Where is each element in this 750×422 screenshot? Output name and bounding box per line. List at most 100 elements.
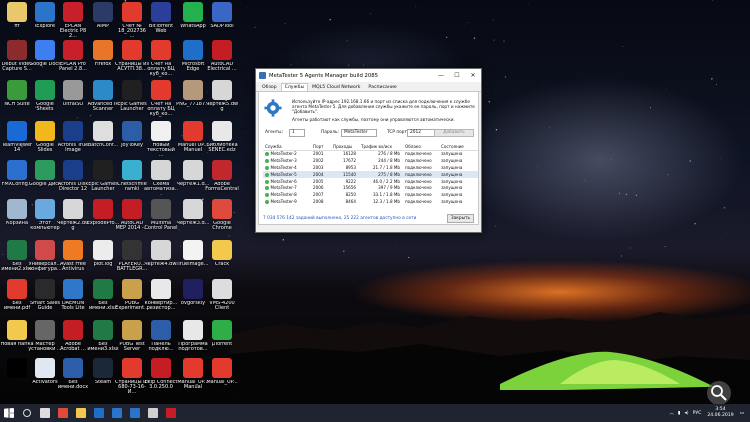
acrobat-icon [166, 408, 176, 418]
agents-select[interactable]: 1 [289, 129, 305, 137]
taskbar-acrobat-button[interactable] [162, 404, 180, 422]
close-button[interactable]: Закрыть [447, 214, 474, 223]
desktop-icon-label: Google Chrome [212, 220, 232, 231]
table-row[interactable]: MetaTester-7 2006 15656 397 / 9 Mb подключен… [263, 184, 478, 191]
tray-up-arrow-icon[interactable]: ︿ [669, 410, 674, 416]
col-passes[interactable]: Проходы [331, 143, 359, 151]
service-icon [265, 158, 269, 163]
desktop-icon[interactable]: Google Chrome [205, 199, 239, 244]
taskbar-task-view-button[interactable] [36, 404, 54, 422]
service-icon [265, 193, 269, 198]
table-cell: запущена [441, 178, 463, 184]
app-icon [212, 2, 232, 22]
service-icon [265, 179, 269, 184]
clock[interactable]: 3:54 24.06.2019 [707, 407, 733, 418]
desktop-icon[interactable]: Без имени.docx [56, 358, 90, 403]
minimize-button[interactable]: — [433, 69, 449, 82]
table-cell: 2002 [313, 157, 324, 163]
app-icon [7, 240, 27, 260]
table-cell: 276 / 8 Mb [378, 151, 400, 157]
app-icon [183, 199, 203, 219]
service-icon [265, 165, 269, 170]
desktop-icon[interactable]: VMS-4200 Client [205, 279, 239, 324]
taskbar-chrome-button[interactable] [54, 404, 72, 422]
desktop-icon[interactable]: AutoCAD Electrical ... [205, 40, 239, 85]
maximize-button[interactable]: ☐ [449, 69, 465, 82]
table-row[interactable]: MetaTester-5 2004 11540 275 / 8 Mb подключен… [263, 170, 478, 178]
desktop-icon[interactable]: Счет на оплату БЦ куб_ко... [144, 80, 178, 125]
taskbar-mail-button[interactable] [126, 404, 144, 422]
desktop-icon-label: BitTorrent Web [148, 23, 174, 34]
desktop-icon[interactable]: Чертеж2.dwg [56, 199, 90, 244]
app-icon [35, 121, 55, 141]
add-button[interactable]: Добавить [434, 129, 474, 137]
desktop-icon[interactable]: конвертир... резистор... [144, 279, 178, 324]
table-row[interactable]: MetaTester-3 2002 17672 244 / 8 Mb подключен… [263, 157, 478, 164]
taskbar-metatester-button[interactable] [144, 404, 162, 422]
taskbar-explorer-button[interactable] [72, 404, 90, 422]
desktop-icon[interactable]: UltraISO [56, 80, 90, 125]
app-icon [183, 2, 203, 22]
service-icon [265, 172, 269, 177]
title-bar[interactable]: MetaTester 5 Agents Manager build 2085 —… [256, 69, 481, 82]
taskbar: ︿ ▮ ◂) РУС 3:54 24.06.2019 ▭ [0, 404, 750, 422]
table-cell: запущена [441, 164, 463, 170]
desktop-icon-label: Crack [214, 261, 230, 267]
tab-overview[interactable]: Обзор [258, 83, 281, 91]
app-icon [35, 240, 55, 260]
table-row[interactable]: MetaTester-2 2001 16128 276 / 8 Mb подключен… [263, 150, 478, 157]
table-cell: MetaTester-9 [263, 198, 311, 205]
app-icon [122, 199, 142, 219]
desktop-icon[interactable]: Счет на оплату БЦ куб_ко... [144, 40, 178, 85]
clock-date: 24.06.2019 [707, 413, 734, 418]
desktop-icon[interactable]: Ekip Connect 3.0.250.0 [144, 358, 178, 403]
password-field[interactable]: MetaTester [341, 129, 377, 137]
desktop-icon-label: Чертеж5.dwg [205, 101, 239, 112]
magnifier-icon[interactable] [707, 381, 731, 404]
notifications-icon[interactable]: ▭ [740, 411, 744, 416]
table-cell: 12.3 / 1.8 Mb [372, 199, 400, 205]
app-icon [63, 121, 83, 141]
network-icon[interactable]: ▮ [678, 411, 681, 416]
table-row[interactable]: MetaTester-6 2005 9222 46.0 / 2.2 Mb подключ… [263, 178, 478, 185]
volume-icon[interactable]: ◂) [684, 411, 688, 416]
desktop-icon-label: µTorrent [211, 341, 233, 347]
taskbar-edge-button[interactable] [90, 404, 108, 422]
close-window-button[interactable]: ✕ [465, 69, 481, 82]
app-icon [35, 40, 55, 60]
col-port[interactable]: Порт [311, 143, 331, 151]
desktop-icon[interactable]: Multima Control Panel [144, 199, 178, 244]
taskbar-search-button[interactable] [18, 404, 36, 422]
app-icon [212, 320, 232, 340]
add-service-controls: Агенты: 1 Пароль: MetaTester TCP порт: 2… [263, 129, 474, 139]
table-row[interactable]: MetaTester-9 2008 8464 12.3 / 1.8 Mb подключ… [263, 198, 478, 205]
taskbar-store-button[interactable] [108, 404, 126, 422]
tab-services[interactable]: Службы [280, 83, 309, 91]
app-icon [63, 320, 83, 340]
desktop-icon[interactable]: DAEMON Tools Lite [56, 279, 90, 324]
app-icon [122, 121, 142, 141]
desktop-icon[interactable]: Manual_UP... [205, 358, 239, 403]
table-cell: 46.0 / 2.2 Mb [372, 178, 400, 184]
tab-mql5-cloud[interactable]: MQL5 Cloud Network [308, 83, 364, 91]
app-icon [63, 279, 83, 299]
app-icon [183, 240, 203, 260]
language-indicator[interactable]: РУС [693, 411, 702, 416]
col-traffic[interactable]: Трафик вх/исх [359, 143, 403, 151]
tcp-port-field[interactable]: 2012 [407, 129, 435, 137]
tab-bar: Обзор Службы MQL5 Cloud Network Расписан… [256, 83, 481, 92]
desktop-icon[interactable]: Чертеж5.dwg [205, 80, 239, 125]
col-state[interactable]: Состояние [439, 143, 478, 151]
desktop-icon-label: Без имени.docx [57, 379, 89, 390]
col-cloud[interactable]: Облако [403, 143, 439, 151]
table-row[interactable]: MetaTester-4 2003 8953 21.7 / 1.8 Mb подключ… [263, 164, 478, 171]
table-cell: 8953 [345, 164, 356, 170]
taskbar-start-button[interactable] [0, 404, 18, 422]
table-row[interactable]: MetaTester-8 2007 8250 33.1 / 1.8 Mb подключ… [263, 191, 478, 198]
table-cell: подключено [405, 164, 432, 170]
metatester-window[interactable]: MetaTester 5 Agents Manager build 2085 —… [255, 68, 482, 233]
desktop-icon[interactable]: EPLAN Pro Panel 2.8... [56, 40, 90, 85]
col-service[interactable]: Служба [263, 143, 311, 151]
app-icon [259, 72, 266, 79]
tab-schedule[interactable]: Расписание [364, 83, 400, 91]
